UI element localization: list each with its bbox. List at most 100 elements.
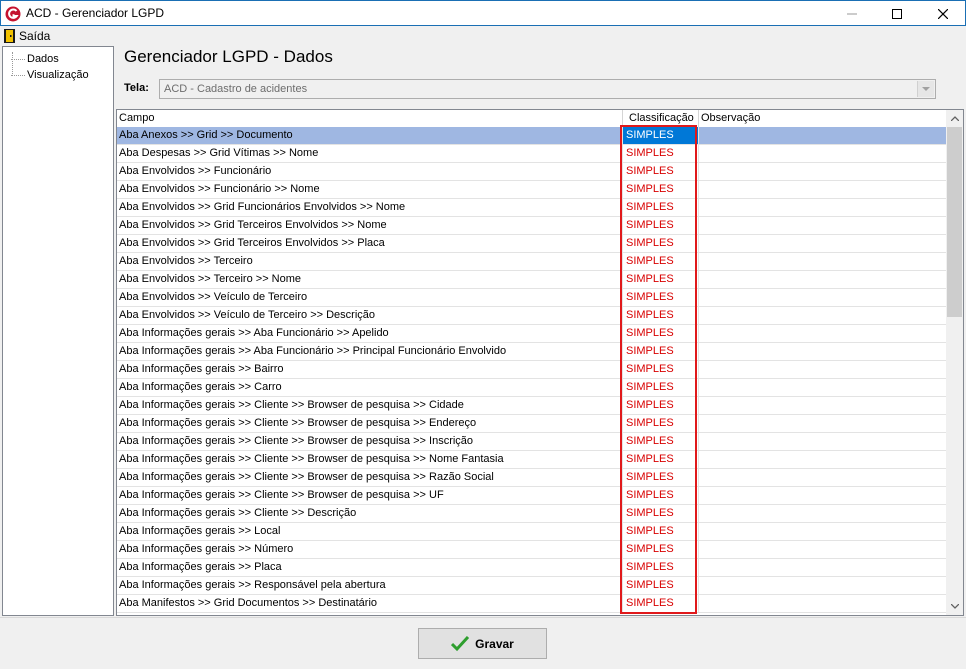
cell-classificacao[interactable]: SIMPLES — [623, 541, 699, 558]
cell-classificacao[interactable]: SIMPLES — [623, 361, 699, 378]
cell-classificacao[interactable]: SIMPLES — [623, 217, 699, 234]
cell-classificacao[interactable]: SIMPLES — [623, 253, 699, 270]
cell-observacao[interactable] — [699, 253, 947, 270]
cell-classificacao[interactable]: SIMPLES — [623, 559, 699, 576]
cell-classificacao[interactable]: SIMPLES — [623, 325, 699, 342]
cell-campo[interactable]: Aba Informações gerais >> Carro — [117, 379, 623, 396]
tela-select[interactable]: ACD - Cadastro de acidentes — [159, 79, 936, 99]
cell-campo[interactable]: Aba Informações gerais >> Placa — [117, 559, 623, 576]
cell-campo[interactable]: Aba Despesas >> Grid Vítimas >> Nome — [117, 145, 623, 162]
cell-classificacao[interactable]: SIMPLES — [623, 577, 699, 594]
table-row[interactable]: Aba Informações gerais >> Bairro SIMPLES — [117, 361, 947, 379]
cell-observacao[interactable] — [699, 523, 947, 540]
column-header-classificacao[interactable]: Classificação — [623, 110, 699, 127]
cell-observacao[interactable] — [699, 163, 947, 180]
table-row[interactable]: Aba Informações gerais >> Aba Funcionári… — [117, 325, 947, 343]
cell-campo[interactable]: Aba Informações gerais >> Aba Funcionári… — [117, 325, 623, 342]
cell-observacao[interactable] — [699, 451, 947, 468]
cell-campo[interactable]: Aba Envolvidos >> Funcionário >> Nome — [117, 181, 623, 198]
cell-campo[interactable]: Aba Informações gerais >> Responsável pe… — [117, 577, 623, 594]
table-row[interactable]: Aba Informações gerais >> Cliente >> Bro… — [117, 415, 947, 433]
table-row[interactable]: Aba Informações gerais >> Cliente >> Bro… — [117, 451, 947, 469]
menu-exit[interactable]: Saída — [4, 28, 50, 44]
cell-observacao[interactable] — [699, 127, 947, 144]
table-row[interactable]: Aba Envolvidos >> Grid Funcionários Envo… — [117, 199, 947, 217]
vertical-scrollbar[interactable] — [946, 110, 963, 615]
cell-campo[interactable]: Aba Informações gerais >> Número — [117, 541, 623, 558]
cell-observacao[interactable] — [699, 199, 947, 216]
cell-campo[interactable]: Aba Envolvidos >> Terceiro — [117, 253, 623, 270]
cell-campo[interactable]: Aba Informações gerais >> Cliente >> Bro… — [117, 397, 623, 414]
table-row[interactable]: Aba Envolvidos >> Terceiro >> Nome SIMPLE… — [117, 271, 947, 289]
scroll-up-button[interactable] — [946, 110, 963, 127]
table-row[interactable]: Aba Envolvidos >> Veículo de Terceiro SIM… — [117, 289, 947, 307]
table-row[interactable]: Aba Manifestos >> Grid Documentos >> Des… — [117, 595, 947, 613]
cell-classificacao[interactable]: SIMPLES — [623, 505, 699, 522]
cell-classificacao[interactable]: SIMPLES — [623, 163, 699, 180]
cell-observacao[interactable] — [699, 181, 947, 198]
table-row[interactable]: Aba Envolvidos >> Grid Terceiros Envolvi… — [117, 235, 947, 253]
column-header-campo[interactable]: Campo — [117, 110, 623, 127]
table-row[interactable]: Aba Envolvidos >> Veículo de Terceiro >>… — [117, 307, 947, 325]
cell-observacao[interactable] — [699, 145, 947, 162]
save-button[interactable]: Gravar — [418, 628, 547, 659]
minimize-button[interactable] — [829, 1, 874, 26]
cell-campo[interactable]: Aba Informações gerais >> Cliente >> Bro… — [117, 451, 623, 468]
cell-observacao[interactable] — [699, 433, 947, 450]
maximize-button[interactable] — [874, 1, 919, 26]
table-row[interactable]: Aba Informações gerais >> Cliente >> Bro… — [117, 469, 947, 487]
cell-observacao[interactable] — [699, 307, 947, 324]
table-row[interactable]: Aba Informações gerais >> Placa SIMPLES — [117, 559, 947, 577]
cell-campo[interactable]: Aba Informações gerais >> Cliente >> Bro… — [117, 469, 623, 486]
cell-campo[interactable]: Aba Informações gerais >> Cliente >> Bro… — [117, 433, 623, 450]
cell-classificacao[interactable]: SIMPLES — [623, 487, 699, 504]
cell-campo[interactable]: Aba Envolvidos >> Grid Terceiros Envolvi… — [117, 235, 623, 252]
cell-classificacao[interactable]: SIMPLES — [623, 595, 699, 612]
cell-campo[interactable]: Aba Informações gerais >> Bairro — [117, 361, 623, 378]
table-row[interactable]: Aba Informações gerais >> Cliente >> Bro… — [117, 397, 947, 415]
cell-campo[interactable]: Aba Anexos >> Grid >> Documento — [117, 127, 623, 144]
table-row[interactable]: Aba Envolvidos >> Grid Terceiros Envolvi… — [117, 217, 947, 235]
cell-classificacao[interactable]: SIMPLES — [623, 433, 699, 450]
cell-observacao[interactable] — [699, 379, 947, 396]
cell-campo[interactable]: Aba Informações gerais >> Cliente >> Des… — [117, 505, 623, 522]
cell-observacao[interactable] — [699, 559, 947, 576]
cell-campo[interactable]: Aba Envolvidos >> Terceiro >> Nome — [117, 271, 623, 288]
cell-observacao[interactable] — [699, 235, 947, 252]
cell-campo[interactable]: Aba Envolvidos >> Grid Terceiros Envolvi… — [117, 217, 623, 234]
cell-classificacao[interactable]: SIMPLES — [623, 523, 699, 540]
table-row[interactable]: Aba Envolvidos >> Funcionário SIMPLES — [117, 163, 947, 181]
cell-observacao[interactable] — [699, 325, 947, 342]
cell-classificacao[interactable]: SIMPLES — [623, 235, 699, 252]
cell-classificacao[interactable]: SIMPLES — [623, 397, 699, 414]
cell-observacao[interactable] — [699, 541, 947, 558]
cell-campo[interactable]: Aba Informações gerais >> Aba Funcionári… — [117, 343, 623, 360]
scroll-down-button[interactable] — [946, 598, 963, 615]
table-row[interactable]: Aba Informações gerais >> Local SIMPLES — [117, 523, 947, 541]
column-header-observacao[interactable]: Observação — [699, 110, 947, 127]
cell-classificacao[interactable]: SIMPLES — [623, 199, 699, 216]
cell-observacao[interactable] — [699, 217, 947, 234]
cell-campo[interactable]: Aba Informações gerais >> Cliente >> Bro… — [117, 487, 623, 504]
cell-classificacao[interactable]: SIMPLES — [623, 181, 699, 198]
table-row[interactable]: Aba Informações gerais >> Carro SIMPLES — [117, 379, 947, 397]
cell-classificacao[interactable]: SIMPLES — [623, 127, 699, 144]
table-row[interactable]: Aba Anexos >> Grid >> Documento SIMPLES — [117, 127, 947, 145]
scrollbar-thumb[interactable] — [947, 127, 962, 317]
cell-campo[interactable]: Aba Envolvidos >> Veículo de Terceiro >>… — [117, 307, 623, 324]
cell-classificacao[interactable]: SIMPLES — [623, 451, 699, 468]
table-row[interactable]: Aba Envolvidos >> Funcionário >> Nome SIM… — [117, 181, 947, 199]
cell-classificacao[interactable]: SIMPLES — [623, 343, 699, 360]
cell-classificacao[interactable]: SIMPLES — [623, 469, 699, 486]
cell-observacao[interactable] — [699, 397, 947, 414]
cell-observacao[interactable] — [699, 415, 947, 432]
cell-classificacao[interactable]: SIMPLES — [623, 145, 699, 162]
table-row[interactable]: Aba Informações gerais >> Cliente >> Des… — [117, 505, 947, 523]
cell-campo[interactable]: Aba Informações gerais >> Cliente >> Bro… — [117, 415, 623, 432]
tree-item-dados[interactable]: Dados — [11, 51, 59, 67]
tree-item-visualizacao[interactable]: Visualização — [11, 67, 89, 83]
table-row[interactable]: Aba Informações gerais >> Número SIMPLES — [117, 541, 947, 559]
cell-campo[interactable]: Aba Envolvidos >> Veículo de Terceiro — [117, 289, 623, 306]
cell-classificacao[interactable]: SIMPLES — [623, 415, 699, 432]
cell-observacao[interactable] — [699, 271, 947, 288]
